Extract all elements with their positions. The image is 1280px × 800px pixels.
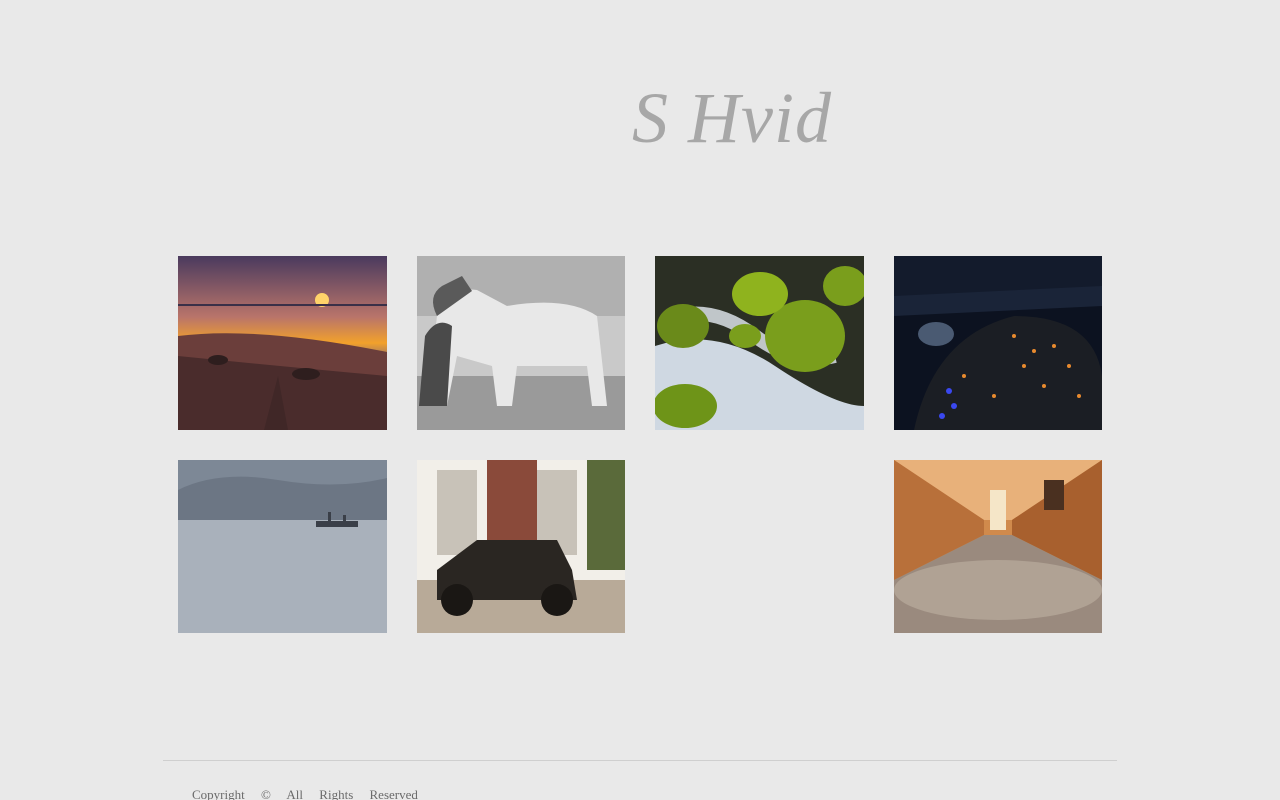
white-horses-image xyxy=(417,256,625,430)
photo-cathedral-interior[interactable] xyxy=(894,460,1102,633)
photo-city-night-aerial[interactable] xyxy=(894,256,1102,430)
photo-white-horses[interactable] xyxy=(417,256,625,430)
vintage-car-image xyxy=(417,460,625,633)
footer-divider xyxy=(163,760,1117,761)
misty-lake-boat-image xyxy=(178,460,387,633)
photo-misty-lake-boat[interactable] xyxy=(178,460,387,633)
site-title[interactable]: S Hvid xyxy=(632,76,832,160)
photo-mossy-stream[interactable] xyxy=(655,256,864,430)
page: S Hvid Copyright © All Rights Reserved xyxy=(0,0,1280,800)
all-word: All xyxy=(286,787,304,800)
cathedral-interior-image xyxy=(894,460,1102,633)
beach-sunset-image xyxy=(178,256,387,430)
city-night-aerial-image xyxy=(894,256,1102,430)
photo-vintage-car[interactable] xyxy=(417,460,625,633)
photo-beach-sunset[interactable] xyxy=(178,256,387,430)
copyright-word: Copyright xyxy=(192,787,245,800)
copyright-symbol: © xyxy=(260,787,271,800)
mossy-stream-image xyxy=(655,256,864,430)
copyright-notice: Copyright © All Rights Reserved xyxy=(192,787,431,800)
reserved-word: Reserved xyxy=(369,787,418,800)
rights-word: Rights xyxy=(319,787,354,800)
